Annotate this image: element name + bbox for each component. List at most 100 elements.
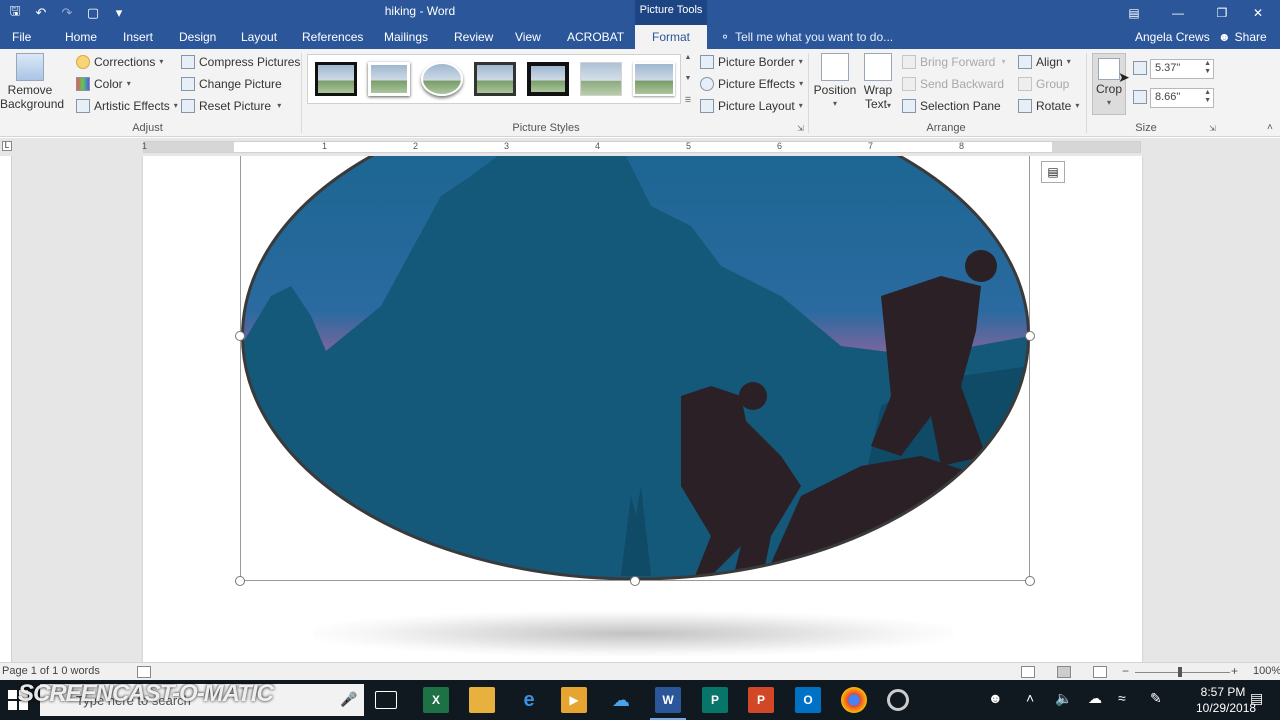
media-player-icon[interactable]: ▶ — [561, 687, 587, 713]
show-hidden-icons-icon[interactable]: ˄ — [1026, 690, 1034, 706]
picture-style-thumb[interactable] — [527, 62, 569, 96]
picture-style-thumb[interactable] — [474, 62, 516, 96]
chrome-icon[interactable] — [841, 687, 867, 713]
tab-selector[interactable]: L — [2, 141, 12, 151]
dialog-launcher-icon[interactable]: ⇲ — [1209, 124, 1216, 133]
ribbon-display-options-icon[interactable]: ▤ — [1112, 0, 1156, 25]
resize-handle-bottom-left[interactable] — [235, 576, 245, 586]
people-icon[interactable]: ☻ — [988, 690, 1003, 706]
collapse-ribbon-icon[interactable]: ˄ — [1267, 122, 1273, 133]
reset-picture-button[interactable]: Reset Picture ▾ — [181, 97, 281, 115]
print-layout-icon[interactable] — [1057, 666, 1071, 678]
gallery-down-icon[interactable]: ▼ — [685, 75, 692, 82]
volume-icon[interactable]: 🔈 — [1055, 690, 1072, 707]
resize-handle-bottom-right[interactable] — [1025, 576, 1035, 586]
picture-layout-button[interactable]: Picture Layout ▾ — [700, 97, 803, 115]
microphone-icon[interactable]: 🎤 — [340, 691, 357, 708]
tab-review[interactable]: Review — [448, 25, 499, 49]
bring-forward-button[interactable]: Bring Forward ▾ — [902, 53, 1006, 71]
picture-style-thumb[interactable] — [368, 62, 410, 96]
resize-handle-bottom[interactable] — [630, 576, 640, 586]
corrections-button[interactable]: Corrections ▾ — [76, 53, 163, 71]
tab-references[interactable]: References — [296, 25, 369, 49]
remove-background-button[interactable]: Remove Background — [0, 53, 64, 111]
task-view-icon[interactable] — [375, 691, 397, 709]
send-backward-button[interactable]: Send Backward — [902, 75, 1004, 93]
tab-acrobat[interactable]: ACROBAT — [561, 25, 630, 49]
align-button[interactable]: Align ▾ — [1018, 53, 1071, 71]
proofing-icon[interactable] — [137, 666, 151, 678]
selection-pane-button[interactable]: Selection Pane — [902, 97, 1001, 115]
spinner-icon[interactable]: ▲ ▼ — [1204, 60, 1211, 76]
dialog-launcher-icon[interactable]: ⇲ — [797, 124, 804, 133]
group-button[interactable]: Group — [1018, 75, 1069, 93]
gallery-scroll[interactable]: ▲ ▼ ☰ — [682, 54, 694, 104]
picture-border-button[interactable]: Picture Border ▾ — [700, 53, 803, 71]
tab-design[interactable]: Design — [173, 25, 222, 49]
page-word-count[interactable]: Page 1 of 1 0 words — [2, 665, 100, 677]
resize-handle-right[interactable] — [1025, 331, 1035, 341]
action-center-icon[interactable]: ▤ — [1250, 690, 1263, 707]
shape-width-input[interactable]: 8.66" ▲ ▼ — [1150, 88, 1214, 108]
picture-style-thumb[interactable] — [633, 62, 675, 96]
zoom-level[interactable]: 100% — [1253, 665, 1280, 677]
powerpoint-icon[interactable]: P — [748, 687, 774, 713]
customize-qat-icon[interactable]: ▾ — [110, 4, 128, 22]
outlook-icon[interactable]: O — [795, 687, 821, 713]
wifi-icon[interactable]: ≈ — [1118, 690, 1126, 706]
picture-style-thumb[interactable] — [421, 62, 463, 96]
tell-me-search[interactable]: ⚬ Tell me what you want to do... — [720, 25, 893, 49]
minimize-icon[interactable]: — — [1156, 0, 1200, 25]
picture-style-thumb[interactable] — [580, 62, 622, 96]
picture-style-thumb[interactable] — [315, 62, 357, 96]
screencast-icon[interactable] — [887, 689, 909, 711]
read-mode-icon[interactable] — [1021, 666, 1035, 678]
tab-home[interactable]: Home — [59, 25, 103, 49]
artistic-effects-button[interactable]: Artistic Effects ▾ — [76, 97, 178, 115]
save-icon[interactable]: 🖫 — [6, 3, 24, 22]
zoom-in-icon[interactable]: + — [1231, 664, 1238, 678]
share-button[interactable]: ☻ Share — [1218, 25, 1267, 49]
wrap-text-button[interactable]: Wrap Text▾ — [860, 53, 896, 113]
color-button[interactable]: Color ▾ — [76, 75, 131, 93]
picture-effects-button[interactable]: Picture Effects ▾ — [700, 75, 803, 93]
tab-view[interactable]: View — [509, 25, 547, 49]
layout-options-button[interactable]: ▤ — [1041, 161, 1065, 183]
horizontal-ruler[interactable]: 1 1 2 3 4 5 6 7 8 — [142, 141, 1141, 153]
hiking-picture[interactable] — [241, 156, 1030, 581]
tab-insert[interactable]: Insert — [117, 25, 159, 49]
onedrive-tray-icon[interactable]: ☁ — [1088, 690, 1102, 707]
position-button[interactable]: Position ▾ — [812, 53, 858, 111]
close-icon[interactable]: ✕ — [1236, 0, 1280, 25]
file-explorer-icon[interactable] — [469, 687, 495, 713]
document-page[interactable]: ▤ — [143, 156, 1142, 662]
onedrive-icon[interactable]: ☁ — [608, 687, 634, 713]
shape-height-input[interactable]: 5.37" ▲ ▼ — [1150, 59, 1214, 79]
zoom-slider[interactable] — [1135, 672, 1230, 673]
gallery-up-icon[interactable]: ▲ — [685, 54, 692, 61]
publisher-icon[interactable]: P — [702, 687, 728, 713]
account-user-name[interactable]: Angela Crews — [1135, 25, 1210, 49]
resize-handle-left[interactable] — [235, 331, 245, 341]
vertical-ruler[interactable] — [0, 156, 12, 662]
tab-format[interactable]: Format — [635, 25, 707, 49]
zoom-slider-thumb[interactable] — [1178, 667, 1182, 677]
redo-icon[interactable]: ↷ — [58, 4, 76, 22]
undo-icon[interactable]: ↶ — [32, 4, 50, 22]
tab-file[interactable]: File — [6, 25, 37, 49]
taskbar-clock[interactable]: 8:57 PM 10/29/2018 — [1196, 684, 1256, 716]
web-layout-icon[interactable] — [1093, 666, 1107, 678]
edge-icon[interactable]: e — [516, 687, 542, 713]
compress-pictures-button[interactable]: Compress Pictures — [181, 53, 300, 71]
zoom-out-icon[interactable]: − — [1122, 664, 1129, 678]
word-icon[interactable]: W — [655, 687, 681, 713]
pen-icon[interactable]: ✎ — [1150, 690, 1162, 707]
change-picture-button[interactable]: Change Picture — [181, 75, 282, 93]
gallery-more-icon[interactable]: ☰ — [685, 96, 691, 104]
spinner-icon[interactable]: ▲ ▼ — [1204, 89, 1211, 105]
tab-mailings[interactable]: Mailings — [378, 25, 434, 49]
tab-layout[interactable]: Layout — [235, 25, 283, 49]
excel-icon[interactable]: X — [423, 687, 449, 713]
rotate-button[interactable]: Rotate ▾ — [1018, 97, 1079, 115]
touch-mode-icon[interactable]: ▢ — [84, 4, 102, 22]
